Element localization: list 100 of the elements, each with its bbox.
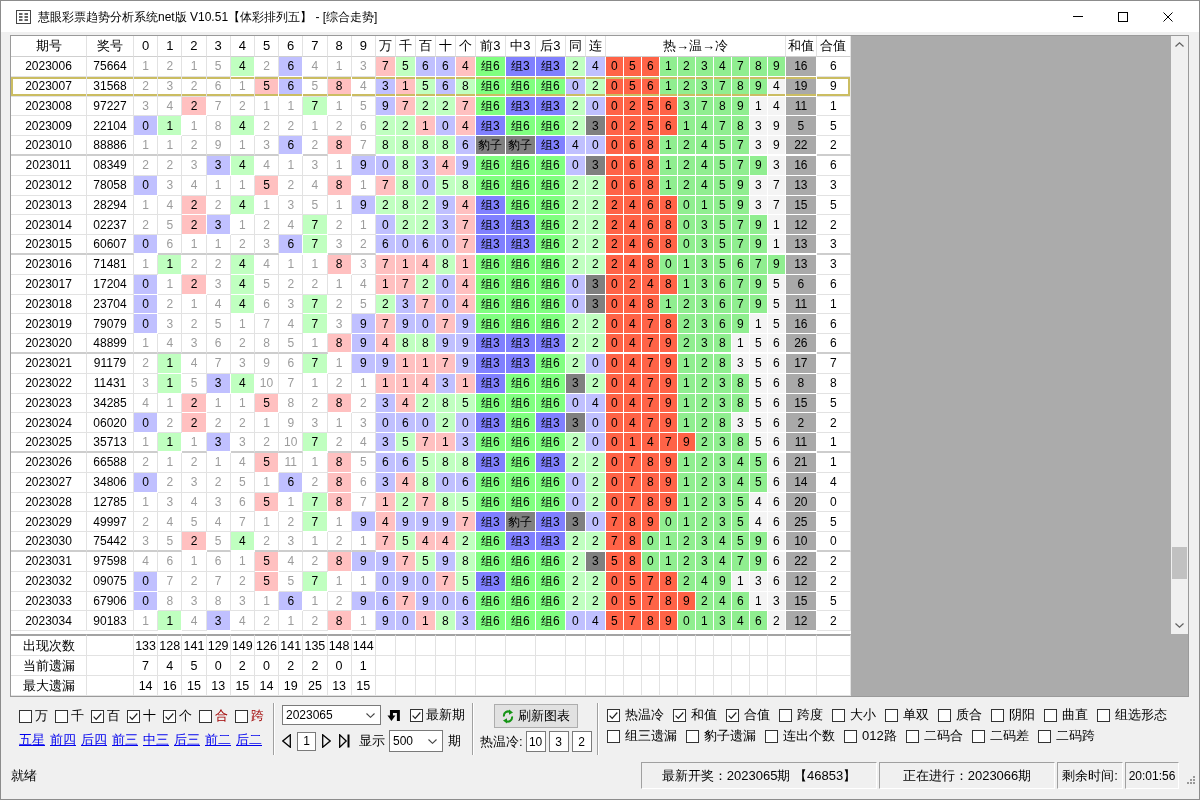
form-cell: 组3 (475, 235, 506, 255)
table-row[interactable]: 2023030 75442 3 5 2 5 4 2 3 1 2 1 7 5 4 4 2 组6 组3 组3 2 2 7 8 0 1 2 3 4 5 9 6 10 0 (11, 532, 851, 552)
skip-end-icon[interactable] (339, 734, 350, 748)
table-row[interactable]: 2023034 90183 1 1 4 3 4 2 1 2 8 1 9 0 1 8 3 组6 组6 组6 0 4 5 7 8 9 0 1 3 4 6 2 12 2 (11, 611, 851, 632)
table-row[interactable]: 2023016 71481 1 1 2 2 4 4 1 1 8 3 7 1 4 8 1 组6 组6 组6 2 2 2 4 8 0 1 3 5 6 7 9 13 3 (11, 254, 851, 275)
checkbox[interactable] (686, 729, 699, 743)
position-digit-cell: 9 (375, 611, 396, 632)
table-row[interactable]: 2023015 60607 0 6 1 1 2 3 6 7 3 2 6 0 6 0 7 组3 组3 组6 2 2 2 4 6 8 0 3 5 7 9 1 13 3 (11, 235, 851, 255)
table-row[interactable]: 2023028 12785 1 3 4 3 6 5 1 7 8 7 1 2 7 8 5 组6 组6 组6 0 2 0 7 8 9 1 2 3 5 4 6 20 0 (11, 492, 851, 513)
refresh-button[interactable]: 刷新图表 (494, 704, 578, 728)
scrollbar[interactable] (1171, 36, 1188, 634)
hit-digit-cell: 2 (182, 274, 207, 295)
triangle-right-icon[interactable] (322, 734, 331, 748)
table-row[interactable]: 2023032 09075 0 7 2 7 2 5 5 7 1 1 0 9 0 7 5 组3 组6 组6 2 2 0 5 7 8 2 4 9 1 3 6 12 2 (11, 571, 851, 592)
range-link[interactable]: 后三 (174, 732, 200, 748)
checkbox[interactable] (885, 708, 898, 722)
range-link[interactable]: 前四 (50, 732, 76, 748)
checkbox[interactable] (971, 729, 985, 743)
same-count-cell: 4 (565, 136, 586, 156)
range-link[interactable]: 后二 (236, 732, 262, 748)
table-row[interactable]: 2023017 17204 0 1 2 3 4 5 2 2 1 4 1 7 2 0 4 组6 组6 组6 0 3 0 2 4 8 1 3 6 7 9 5 6 6 (11, 274, 851, 295)
scroll-down-icon[interactable] (1175, 623, 1184, 628)
table-row[interactable]: 2023010 88886 1 1 2 9 1 3 6 2 8 7 8 8 8 8 6 豹子 豹子 组3 4 0 0 6 8 1 2 4 5 7 3 9 22 2 (11, 136, 851, 156)
checkbox[interactable] (91, 709, 104, 723)
checkbox[interactable] (1044, 708, 1057, 722)
checkbox[interactable] (844, 729, 857, 743)
range-link[interactable]: 前三 (112, 732, 138, 748)
table-row[interactable]: 2023013 28294 1 4 2 2 4 1 3 5 1 9 2 8 2 9 4 组3 组6 组6 2 2 2 4 6 8 0 1 5 9 3 7 15 5 (11, 195, 851, 216)
checkbox[interactable] (55, 709, 68, 723)
table-row[interactable]: 2023026 66588 2 1 2 1 4 5 11 1 8 5 6 6 5 8 8 组3 组6 组3 2 2 0 7 8 9 1 2 3 4 5 6 21 1 (11, 452, 851, 473)
omission-cell: 5 (254, 274, 280, 295)
checkbox-label: 个 (179, 708, 192, 724)
triangle-left-icon[interactable] (282, 734, 291, 748)
table-row[interactable]: 2023022 11431 3 1 5 3 4 10 7 1 2 1 1 1 4 3 1 组3 组6 组6 3 2 0 4 7 9 1 2 3 8 5 6 8 8 (11, 373, 851, 394)
table-row[interactable]: 2023024 06020 0 2 2 2 2 1 9 3 1 3 0 6 0 2 0 组3 组6 组3 3 0 0 4 7 9 1 2 8 3 5 6 2 2 (11, 413, 851, 434)
checkbox[interactable] (199, 709, 212, 723)
range-link[interactable]: 前二 (205, 732, 231, 748)
resize-grip-icon[interactable] (1185, 776, 1195, 786)
table-row[interactable]: 2023012 78058 0 3 4 1 1 5 2 4 8 1 7 8 0 5 8 组6 组6 组6 2 2 0 6 8 1 2 4 5 9 3 7 13 3 (11, 175, 851, 196)
refresh-icon (502, 708, 514, 724)
checkbox[interactable] (607, 708, 620, 722)
status-text: 就绪 (11, 766, 38, 785)
count-select[interactable]: 500 (389, 730, 443, 752)
page-field[interactable]: 1 (297, 731, 316, 751)
hit-digit-cell: 6 (279, 235, 304, 255)
checkbox[interactable] (1097, 708, 1110, 722)
omission-cell: 9 (254, 353, 280, 374)
table-row[interactable]: 2023007 31568 2 3 2 6 1 5 6 5 8 4 3 1 5 6 8 组6 组6 组6 0 2 0 5 6 1 2 3 7 8 9 4 19 9 (11, 76, 851, 97)
checkbox[interactable] (19, 709, 32, 723)
position-digit-cell: 5 (395, 433, 416, 453)
checkbox[interactable] (1037, 729, 1051, 743)
table-row[interactable]: 2023029 49997 2 4 5 4 7 1 2 7 1 9 4 9 9 9 7 组3 豹子 组3 3 0 7 8 9 0 1 2 3 5 4 6 25 5 (11, 512, 851, 533)
checkbox[interactable] (410, 708, 423, 722)
checkbox-label: 十 (143, 708, 156, 724)
issue-cell: 2023026 (11, 452, 87, 473)
checkbox[interactable] (726, 708, 739, 722)
position-digit-cell: 7 (435, 314, 456, 335)
number-field[interactable]: 10 (525, 731, 546, 752)
form-cell: 组6 (505, 433, 536, 453)
scroll-up-icon[interactable] (1175, 42, 1184, 47)
table-row[interactable]: 2023009 22104 0 1 1 8 4 2 2 1 2 6 2 2 1 0 4 组3 组6 组6 2 3 0 2 5 6 1 4 7 8 3 9 5 5 (11, 116, 851, 137)
table-row[interactable]: 2023019 79079 0 3 2 5 1 7 4 7 3 9 7 9 0 7 9 组6 组6 组6 2 2 0 4 7 8 2 3 6 9 1 5 16 6 (11, 314, 851, 335)
checkbox[interactable] (938, 708, 951, 722)
checkbox[interactable] (673, 708, 686, 722)
checkbox-label: 跨 (251, 708, 264, 724)
table-row[interactable]: 2023033 67906 0 8 3 8 3 1 6 1 2 9 6 7 9 0 6 组6 组6 组6 2 2 0 5 7 8 9 2 4 6 1 3 15 5 (11, 591, 851, 612)
table-row[interactable]: 2023006 75664 1 2 1 5 4 2 6 4 1 3 7 5 6 6 4 组6 组3 组3 2 4 0 5 6 1 2 3 4 7 8 9 16 6 (11, 57, 851, 77)
checkbox[interactable] (127, 709, 140, 723)
form-cell: 组3 (505, 235, 536, 255)
range-link[interactable]: 五星 (19, 732, 45, 748)
table-row[interactable]: 2023018 23704 0 2 1 4 4 6 3 7 2 5 2 3 7 0 4 组6 组6 组6 0 3 0 4 8 1 2 3 6 7 9 5 11 1 (11, 294, 851, 315)
table-row[interactable]: 2023020 48899 1 4 3 6 2 8 5 1 8 9 4 8 8 9 9 组3 组3 组3 2 2 0 4 7 9 2 3 8 1 5 6 26 6 (11, 334, 851, 354)
checkbox[interactable] (235, 709, 248, 723)
number-field[interactable]: 2 (571, 731, 592, 752)
table-row[interactable]: 2023025 35713 1 1 1 3 3 2 10 7 2 4 3 5 7 1 3 组6 组6 组6 2 0 0 1 4 7 9 2 3 8 5 6 11 1 (11, 433, 851, 453)
table-row[interactable]: 2023011 08349 2 2 3 3 4 4 1 3 1 9 0 8 3 4 9 组6 组6 组6 0 3 0 6 8 1 2 4 5 7 9 3 16 6 (11, 156, 851, 176)
table-row[interactable]: 2023023 34285 4 1 2 1 1 5 8 2 8 2 3 4 2 8 5 组6 组6 组6 0 4 0 4 7 9 1 2 3 8 5 6 15 5 (11, 393, 851, 414)
number-field[interactable]: 3 (548, 731, 569, 752)
checkbox[interactable] (765, 729, 778, 743)
hit-digit-cell: 9 (351, 512, 376, 533)
table-row[interactable]: 2023008 97227 3 4 2 7 2 1 1 7 1 5 9 7 2 2 7 组6 组3 组3 2 0 0 2 5 6 3 7 8 9 1 4 11 1 (11, 96, 851, 117)
checkbox[interactable] (905, 729, 919, 743)
same-count-cell: 2 (565, 334, 586, 354)
issue-select[interactable]: 2023065 (282, 705, 382, 725)
return-arrow-icon[interactable] (386, 708, 401, 722)
table-row[interactable]: 2023027 34806 0 2 3 2 5 1 6 2 8 6 3 4 8 0 6 组6 组6 组6 0 2 0 7 8 9 1 2 3 4 5 6 14 4 (11, 472, 851, 493)
checkbox[interactable] (779, 708, 792, 722)
table-row[interactable]: 2023014 02237 2 5 2 3 1 2 4 7 2 1 0 2 2 3 7 组3 组3 组6 2 2 2 4 6 8 0 3 5 7 9 1 12 2 (11, 215, 851, 236)
checkbox[interactable] (991, 708, 1004, 722)
range-link[interactable]: 后四 (81, 732, 107, 748)
scrollbar-thumb[interactable] (1172, 547, 1187, 579)
omission-cell: 1 (351, 215, 376, 236)
table-row[interactable]: 2023021 91179 2 1 4 7 3 9 6 7 1 9 9 1 1 7 9 组3 组3 组6 2 0 0 4 7 9 1 2 8 3 5 6 17 7 (11, 353, 851, 374)
checkbox[interactable] (607, 729, 620, 743)
table-row[interactable]: 2023031 97598 4 6 1 6 1 5 4 2 8 9 9 7 5 9 8 组6 组6 组6 2 3 5 8 0 1 2 3 4 7 9 6 22 2 (11, 551, 851, 572)
position-digit-cell: 5 (395, 532, 416, 552)
omission-cell: 2 (182, 314, 207, 335)
checkbox[interactable] (832, 708, 845, 722)
checkbox[interactable] (163, 709, 176, 723)
range-link[interactable]: 中三 (143, 732, 169, 748)
